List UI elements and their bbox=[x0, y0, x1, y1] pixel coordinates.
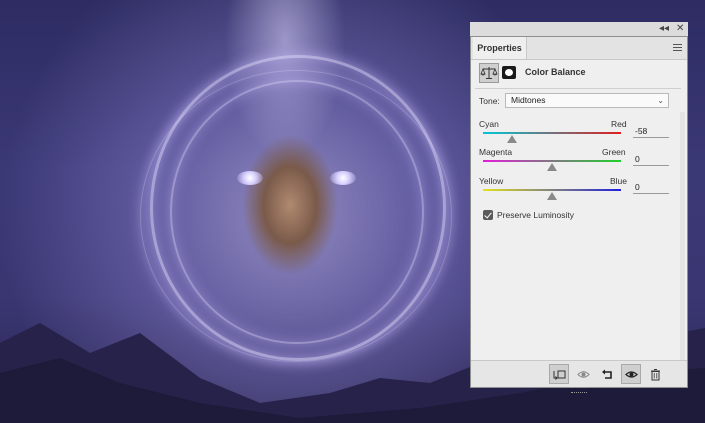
yellow-blue-slider-track[interactable] bbox=[483, 189, 621, 191]
close-panel-icon[interactable]: ✕ bbox=[676, 22, 684, 36]
chevron-down-icon: ⌄ bbox=[657, 96, 664, 105]
clip-to-layer-button[interactable] bbox=[549, 364, 569, 384]
slider-right-label-red: Red bbox=[611, 119, 627, 129]
slider-right-label-green: Green bbox=[602, 147, 626, 157]
panel-footer bbox=[471, 360, 687, 393]
toggle-visibility-button[interactable] bbox=[621, 364, 641, 384]
magenta-green-slider-thumb[interactable] bbox=[547, 163, 557, 171]
collapse-panel-icon[interactable]: ◂◂ bbox=[659, 22, 669, 36]
reset-icon bbox=[601, 369, 612, 379]
magenta-green-slider-track[interactable] bbox=[483, 160, 621, 162]
panel-topbar: ◂◂ ✕ bbox=[470, 22, 688, 36]
yellow-blue-value-field[interactable]: 0 bbox=[633, 181, 669, 194]
yellow-blue-slider-thumb[interactable] bbox=[547, 192, 557, 200]
delete-button[interactable] bbox=[645, 364, 665, 384]
panel-scrollbar[interactable] bbox=[680, 112, 685, 372]
magenta-green-value-field[interactable]: 0 bbox=[633, 153, 669, 166]
properties-panel: Properties Color Balance Tone: Midtones … bbox=[470, 36, 688, 393]
trash-icon bbox=[650, 368, 660, 380]
tab-properties[interactable]: Properties bbox=[473, 37, 527, 59]
panel-menu-icon[interactable] bbox=[673, 44, 682, 53]
preserve-luminosity-checkbox[interactable] bbox=[483, 210, 493, 220]
visibility-eye-icon bbox=[624, 370, 638, 378]
color-balance-adjustment-icon[interactable] bbox=[479, 63, 499, 83]
cyan-red-slider-thumb[interactable] bbox=[506, 135, 517, 143]
tone-select[interactable]: Midtones ⌄ bbox=[505, 93, 669, 108]
layer-mask-icon[interactable] bbox=[502, 66, 516, 79]
view-previous-state-icon bbox=[576, 370, 590, 378]
tone-label: Tone: bbox=[479, 96, 500, 106]
cyan-red-slider-track[interactable] bbox=[483, 132, 621, 134]
divider bbox=[475, 88, 681, 89]
panel-tab-row: Properties bbox=[471, 37, 687, 60]
adjustment-title: Color Balance bbox=[525, 67, 586, 77]
glowing-eye bbox=[237, 171, 263, 185]
view-previous-state-button[interactable] bbox=[573, 364, 593, 384]
preserve-luminosity-label: Preserve Luminosity bbox=[497, 210, 575, 220]
clip-to-layer-icon bbox=[553, 370, 565, 380]
tone-select-value: Midtones bbox=[511, 95, 546, 105]
cyan-red-value-field[interactable]: -58 bbox=[633, 125, 669, 138]
panel-resize-grip[interactable] bbox=[571, 387, 587, 393]
reset-button[interactable] bbox=[597, 364, 617, 384]
slider-left-label-cyan: Cyan bbox=[479, 119, 499, 129]
slider-right-label-blue: Blue bbox=[610, 176, 628, 186]
glowing-eye bbox=[330, 171, 356, 185]
slider-left-label-yellow: Yellow bbox=[479, 176, 504, 186]
slider-left-label-magenta: Magenta bbox=[479, 147, 513, 157]
